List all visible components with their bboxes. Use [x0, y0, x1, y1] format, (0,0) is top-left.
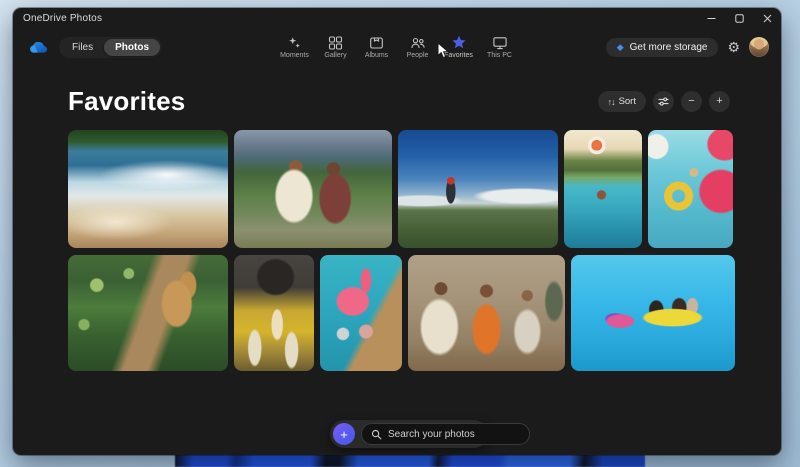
photo-row-2	[68, 255, 735, 371]
settings-gear-icon[interactable]: ⚙	[727, 40, 740, 54]
search-input[interactable]	[388, 429, 520, 440]
nav-item-favorites[interactable]: Favorites	[443, 33, 475, 61]
nav-label-favorites: Favorites	[444, 52, 473, 59]
photo-grid	[68, 130, 735, 371]
page-header: Favorites ↑↓ Sort − +	[68, 86, 730, 117]
photo-row-1	[68, 130, 735, 248]
photo-tile[interactable]	[564, 130, 642, 248]
get-more-storage-button[interactable]: ◆ Get more storage	[606, 38, 719, 57]
maximize-button[interactable]	[725, 8, 753, 28]
photo-tile[interactable]	[68, 255, 228, 371]
storage-button-label: Get more storage	[630, 42, 708, 53]
zoom-in-button[interactable]: +	[709, 91, 730, 112]
files-photos-toggle: Files Photos	[59, 37, 162, 58]
photo-tile[interactable]	[648, 130, 733, 248]
maximize-icon	[735, 14, 744, 23]
minimize-button[interactable]	[697, 8, 725, 28]
sort-arrows-icon: ↑↓	[608, 97, 615, 107]
sort-button[interactable]: ↑↓ Sort	[598, 91, 646, 112]
photo-tile[interactable]	[68, 130, 228, 248]
sort-button-label: Sort	[619, 96, 636, 107]
account-avatar[interactable]	[749, 37, 769, 57]
photo-tile[interactable]	[408, 255, 565, 371]
people-icon	[410, 35, 425, 50]
close-icon	[763, 14, 772, 23]
photo-tile[interactable]	[571, 255, 735, 371]
star-icon	[451, 35, 466, 50]
grid-icon	[329, 35, 343, 50]
wallpaper-bloom	[175, 453, 645, 467]
search-field[interactable]	[361, 423, 530, 445]
zoom-out-button[interactable]: −	[681, 91, 702, 112]
sparkles-icon	[288, 35, 302, 50]
onedrive-logo-icon	[25, 39, 51, 56]
nav-item-albums[interactable]: Albums	[361, 33, 393, 61]
photo-tile[interactable]	[398, 130, 558, 248]
minimize-icon	[707, 14, 716, 23]
page-title: Favorites	[68, 86, 185, 117]
main-nav: Moments Gallery Albums People	[279, 28, 516, 66]
files-toggle-button[interactable]: Files	[61, 39, 104, 56]
album-icon	[370, 35, 384, 50]
nav-bar: Files Photos Moments Gallery	[13, 28, 781, 66]
search-bar: +	[330, 420, 488, 448]
nav-label-moments: Moments	[280, 52, 309, 59]
photo-tile[interactable]	[320, 255, 402, 371]
window-controls	[697, 8, 781, 28]
nav-label-gallery: Gallery	[324, 52, 346, 59]
nav-item-gallery[interactable]: Gallery	[320, 33, 352, 61]
filter-sliders-icon	[658, 96, 669, 107]
storage-diamond-icon: ◆	[617, 43, 624, 52]
app-title: OneDrive Photos	[23, 13, 102, 24]
nav-label-people: People	[407, 52, 429, 59]
title-bar[interactable]: OneDrive Photos	[13, 8, 781, 28]
photos-toggle-button[interactable]: Photos	[104, 39, 160, 56]
brand-area: Files Photos	[25, 37, 162, 58]
onedrive-photos-window: OneDrive Photos	[13, 8, 781, 455]
nav-label-albums: Albums	[365, 52, 388, 59]
photo-tile[interactable]	[234, 255, 314, 371]
photo-tile[interactable]	[234, 130, 392, 248]
nav-label-this-pc: This PC	[487, 52, 512, 59]
nav-item-people[interactable]: People	[402, 33, 434, 61]
search-icon	[371, 429, 382, 440]
add-button[interactable]: +	[333, 423, 355, 445]
nav-item-this-pc[interactable]: This PC	[484, 33, 516, 61]
close-button[interactable]	[753, 8, 781, 28]
nav-item-moments[interactable]: Moments	[279, 33, 311, 61]
filter-button[interactable]	[653, 91, 674, 112]
monitor-icon	[492, 35, 507, 50]
nav-actions: ◆ Get more storage ⚙	[606, 37, 769, 57]
view-toolbar: ↑↓ Sort − +	[598, 91, 730, 112]
